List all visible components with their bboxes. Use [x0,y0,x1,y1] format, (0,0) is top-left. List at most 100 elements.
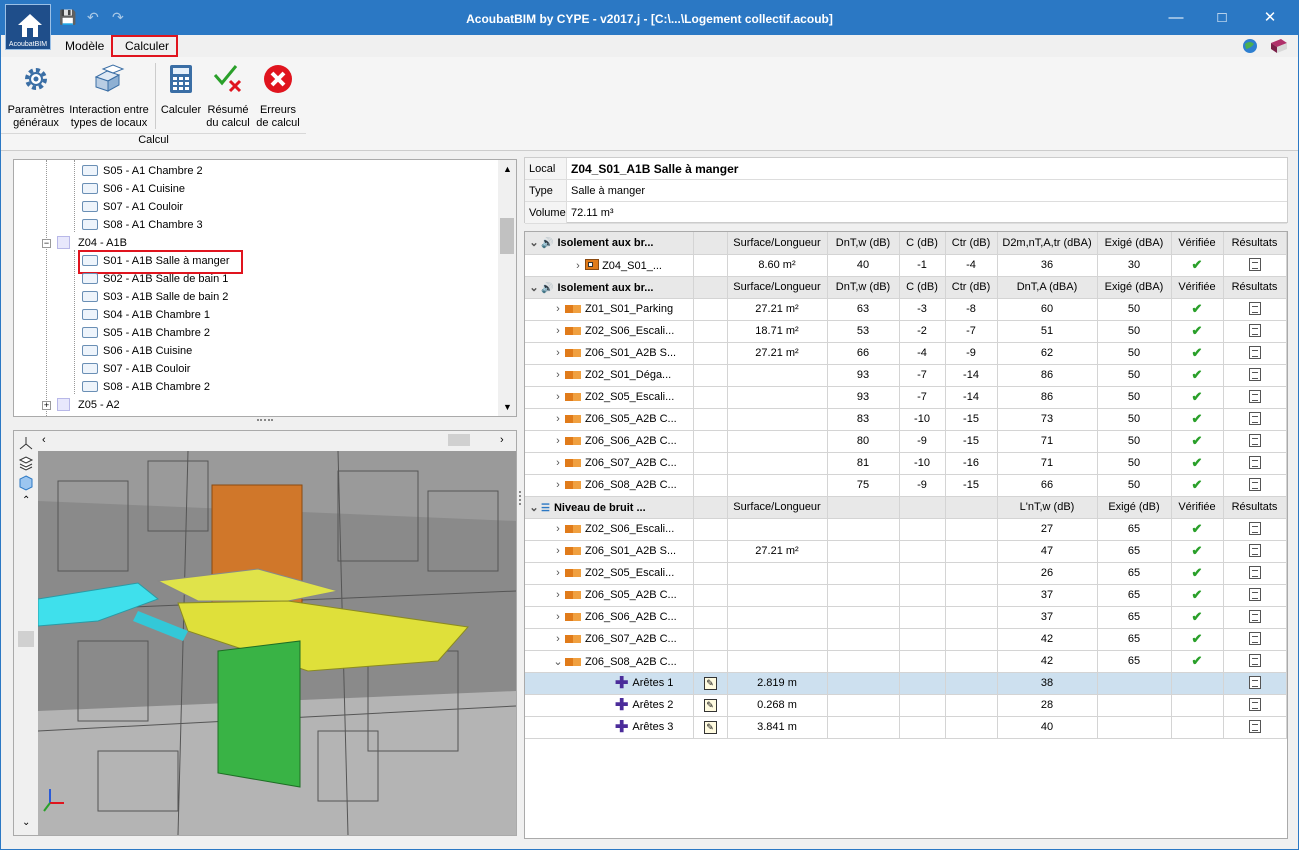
tree-node-space[interactable]: S05 - A1 Chambre 2 [82,162,203,180]
results-icon[interactable] [1248,478,1261,491]
vertical-splitter-handle[interactable] [519,491,523,505]
scroll-left-icon[interactable]: ‹ [42,434,46,446]
expand-chevron-icon[interactable]: › [551,567,565,579]
edit-pencil-icon[interactable]: ✎ [703,676,717,690]
column-header[interactable]: DnT,w (dB) [827,232,900,255]
results-icon[interactable] [1248,434,1261,447]
table-row[interactable]: › Z06_S05_A2B C... 83 -10 -15 73 50 ✔ [525,408,1287,431]
scroll-down-icon[interactable]: ▼ [503,402,512,412]
interaction-locaux-button[interactable]: Interaction entre types de locaux [67,59,151,131]
table-row[interactable]: › Z06_S01_A2B S... 27.21 m² 47 65 ✔ [525,540,1287,563]
layers-icon[interactable] [18,455,34,471]
expand-chevron-icon[interactable]: › [551,303,565,315]
column-header[interactable]: Vérifiée [1171,276,1224,299]
column-header[interactable]: Surface/Longueur [727,232,828,255]
section-header-row[interactable]: ⌄ 🔊 Isolement aux br... Surface/Longueur DnT… [525,232,1287,255]
table-row[interactable]: › Z02_S06_Escali... 27 65 ✔ [525,518,1287,541]
tree-node-space[interactable]: S08 - A1 Chambre 3 [82,216,203,234]
column-header[interactable]: DnT,A (dBA) [997,276,1098,299]
results-icon[interactable] [1248,544,1261,557]
expand-chevron-icon[interactable]: › [551,545,565,557]
expand-chevron-icon[interactable]: › [551,479,565,491]
tree-node-space[interactable]: S07 - A1B Couloir [82,360,190,378]
column-header[interactable]: Vérifiée [1171,496,1224,519]
results-icon[interactable] [1248,302,1261,315]
redo-icon[interactable]: ↷ [112,9,124,26]
column-header[interactable]: L'nT,w (dB) [997,496,1098,519]
parametres-generaux-button[interactable]: Paramètres généraux [7,59,65,131]
column-header[interactable]: Résultats [1223,496,1287,519]
results-icon[interactable] [1248,654,1261,667]
tree-node-space[interactable]: S04 - A1B Chambre 1 [82,306,210,324]
expand-chevron-icon[interactable]: › [551,369,565,381]
results-icon[interactable] [1248,258,1261,271]
column-header[interactable]: Exigé (dB) [1097,496,1172,519]
results-icon[interactable] [1248,610,1261,623]
column-header[interactable]: Exigé (dBA) [1097,232,1172,255]
scroll-up-icon[interactable]: ▲ [503,164,512,174]
table-row[interactable]: › Z06_S07_A2B C... 42 65 ✔ [525,628,1287,651]
undo-icon[interactable]: ↶ [87,9,99,26]
column-header[interactable]: Ctr (dB) [945,232,998,255]
erreurs-calcul-button[interactable]: Erreurs de calcul [253,59,303,131]
tree-scroll-thumb[interactable] [500,218,514,254]
results-icon[interactable] [1248,522,1261,535]
table-row[interactable]: ⌄ Z06_S08_A2B C... 42 65 ✔ [525,650,1287,673]
results-icon[interactable] [1248,346,1261,359]
expand-chevron-icon[interactable]: › [551,413,565,425]
results-icon[interactable] [1248,698,1261,711]
column-header[interactable]: Surface/Longueur [727,276,828,299]
app-logo[interactable]: AcoubatBIM [5,4,51,50]
table-row[interactable]: › Z02_S06_Escali... 18.71 m² 53 -2 -7 51 50 ✔ [525,320,1287,343]
table-row[interactable]: › Z01_S01_Parking 27.21 m² 63 -3 -8 60 50 ✔ [525,298,1287,321]
cube-view-icon[interactable] [18,475,34,491]
edge-row[interactable]: ✚ Arêtes 1 ✎ 2.819 m 38 [525,672,1287,695]
edge-row[interactable]: ✚ Arêtes 3 ✎ 3.841 m 40 [525,716,1287,739]
expand-chevron-icon[interactable]: › [551,523,565,535]
collapse-chevron-icon[interactable]: ⌄ [527,236,541,249]
tree-node-space[interactable]: S05 - A1B Chambre 2 [82,324,210,342]
table-row[interactable]: › Z06_S06_A2B C... 80 -9 -15 71 50 ✔ [525,430,1287,453]
table-row[interactable]: › Z06_S05_A2B C... 37 65 ✔ [525,584,1287,607]
axes-icon[interactable] [18,435,34,451]
edit-pencil-icon[interactable]: ✎ [703,720,717,734]
calculer-button[interactable]: Calculer [159,59,203,131]
expand-chevron-icon[interactable]: › [551,347,565,359]
results-icon[interactable] [1248,390,1261,403]
minimize-button[interactable]: — [1161,7,1191,29]
tree-node-space[interactable]: S03 - A1B Salle de bain 2 [82,288,228,306]
tree-scrollbar[interactable]: ▲ ▼ [498,160,516,416]
tree-node-space[interactable]: S08 - A1B Chambre 2 [82,378,210,396]
tree-node-space[interactable]: S07 - A1 Couloir [82,198,183,216]
tree-node-space[interactable]: S02 - A1B Salle de bain 1 [82,270,228,288]
expand-chevron-icon[interactable]: › [551,435,565,447]
column-header[interactable] [827,496,900,519]
expand-chevron-icon[interactable]: › [551,457,565,469]
menu-modele[interactable]: Modèle [65,39,104,53]
column-header[interactable]: Résultats [1223,276,1287,299]
globe-icon[interactable] [1241,37,1259,55]
expand-chevron-icon[interactable]: › [551,589,565,601]
tree-node-space[interactable]: S06 - A1B Cuisine [82,342,192,360]
table-row[interactable]: › Z06_S01_A2B S... 27.21 m² 66 -4 -9 62 50 ✔ [525,342,1287,365]
column-header[interactable] [899,496,946,519]
column-header[interactable]: Exigé (dBA) [1097,276,1172,299]
splitter-handle[interactable] [257,419,273,425]
help-book-icon[interactable] [1269,37,1289,55]
results-icon[interactable] [1248,368,1261,381]
results-icon[interactable] [1248,456,1261,469]
maximize-button[interactable]: □ [1207,7,1237,29]
results-grid[interactable]: ⌄ 🔊 Isolement aux br... Surface/Longueur DnT… [524,231,1288,839]
table-row[interactable]: › Z06_S06_A2B C... 37 65 ✔ [525,606,1287,629]
table-row[interactable]: › Z02_S01_Déga... 93 -7 -14 86 50 ✔ [525,364,1287,387]
column-header[interactable]: DnT,w (dB) [827,276,900,299]
expand-chevron-icon[interactable]: › [571,260,585,272]
results-icon[interactable] [1248,566,1261,579]
column-header[interactable]: C (dB) [899,276,946,299]
expand-icon[interactable]: + [42,401,51,410]
results-icon[interactable] [1248,720,1261,733]
column-header[interactable]: Ctr (dB) [945,276,998,299]
view-3d-panel[interactable]: ⌃ ⌄ ‹ › [13,430,517,836]
column-header[interactable]: Résultats [1223,232,1287,255]
scroll-down-3d-icon[interactable]: ⌄ [22,817,30,828]
